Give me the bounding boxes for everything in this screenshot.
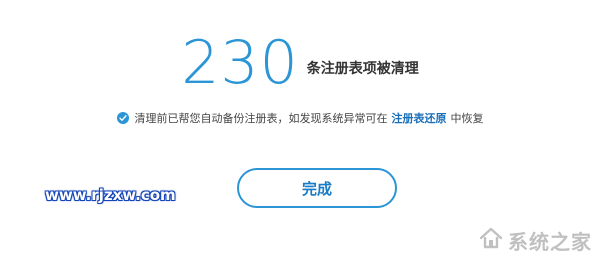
site-watermark: www.rjzxw.com — [45, 186, 176, 204]
result-summary: 230 条注册表项被清理 — [0, 28, 600, 98]
done-button[interactable]: 完成 — [237, 168, 397, 208]
registry-restore-link[interactable]: 注册表还原 — [392, 110, 447, 126]
cleaned-count: 230 — [181, 28, 299, 98]
backup-notice-text: 清理前已帮您自动备份注册表，如发现系统异常可在 — [134, 112, 388, 125]
logo-text: 系统之家 — [508, 229, 592, 254]
cleaned-count-label: 条注册表项被清理 — [306, 61, 419, 77]
backup-notice: 清理前已帮您自动备份注册表，如发现系统异常可在 注册表还原 中恢复 — [0, 110, 600, 126]
backup-notice-suffix: 中恢复 — [450, 112, 484, 125]
logo-watermark: 系统之家 — [478, 225, 592, 255]
check-circle-icon — [116, 112, 129, 124]
cleanup-result-panel: 230 条注册表项被清理 清理前已帮您自动备份注册表，如发现系统异常可在 注册表… — [0, 0, 600, 261]
house-logo-icon — [478, 225, 504, 255]
